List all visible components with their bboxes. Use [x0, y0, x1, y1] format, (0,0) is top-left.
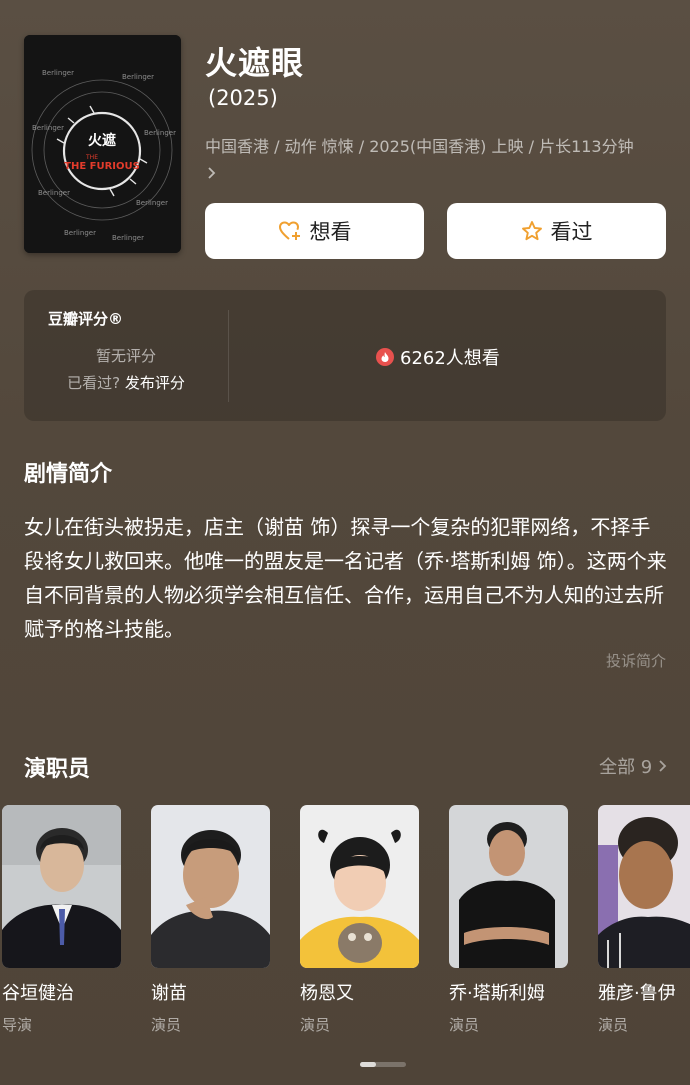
- cast-role: 演员: [449, 1016, 480, 1034]
- cast-name: 谢苗: [151, 983, 187, 1004]
- movie-year: (2025): [208, 86, 278, 110]
- cast-photo: [598, 805, 690, 968]
- movie-meta[interactable]: 中国香港 / 动作 惊悚 / 2025(中国香港) 上映 / 片长113分钟: [205, 133, 645, 189]
- svg-text:Berlinger: Berlinger: [42, 69, 74, 77]
- cast-card[interactable]: 乔·塔斯利姆 演员: [449, 805, 568, 1035]
- svg-text:Berlinger: Berlinger: [144, 129, 176, 137]
- svg-text:THE: THE: [85, 154, 98, 161]
- want-to-watch-button[interactable]: 想看: [205, 203, 424, 259]
- cast-name: 杨恩又: [300, 983, 354, 1004]
- fire-icon: [376, 348, 394, 366]
- svg-text:Berlinger: Berlinger: [122, 73, 154, 81]
- rating-card: 豆瓣评分® 暂无评分 已看过? 发布评分 6262人想看: [24, 290, 666, 421]
- want-to-watch-label: 想看: [309, 220, 352, 244]
- cast-role: 演员: [300, 1016, 331, 1034]
- cast-all-label: 全部 9: [599, 757, 653, 778]
- want-count: 6262人想看: [376, 344, 500, 370]
- rate-prompt: 已看过? 发布评分: [24, 372, 228, 393]
- want-count-text: 6262人想看: [400, 348, 500, 369]
- watched-label: 看过: [550, 220, 593, 244]
- seen-prompt-text: 已看过?: [67, 374, 121, 392]
- douban-rating-label: 豆瓣评分®: [48, 310, 124, 328]
- scroll-thumb: [360, 1062, 376, 1067]
- horizontal-scroll-indicator: [360, 1062, 406, 1067]
- cast-card[interactable]: 谷垣健治 导演: [2, 805, 121, 1035]
- cast-card[interactable]: 雅彦·鲁伊 演员: [598, 805, 690, 1035]
- poster-title: THE FURIOUS: [64, 161, 140, 172]
- movie-title: 火遮眼: [205, 44, 305, 82]
- cast-photo: [300, 805, 419, 968]
- star-icon: [521, 220, 543, 242]
- chevron-right-icon: [207, 161, 217, 189]
- svg-text:火遮: 火遮: [88, 132, 116, 149]
- movie-poster[interactable]: Berlinger Berlinger Berlinger Berlinger …: [24, 35, 181, 253]
- cast-card[interactable]: 杨恩又 演员: [300, 805, 419, 1035]
- svg-text:Berlinger: Berlinger: [112, 234, 144, 242]
- cast-name: 乔·塔斯利姆: [449, 983, 545, 1004]
- rating-summary: 豆瓣评分® 暂无评分 已看过? 发布评分: [24, 290, 228, 421]
- svg-text:Berlinger: Berlinger: [38, 189, 70, 197]
- cast-role: 演员: [598, 1016, 629, 1034]
- cast-all-link[interactable]: 全部 9: [599, 753, 668, 779]
- cast-role: 演员: [151, 1016, 182, 1034]
- cast-role: 导演: [2, 1016, 33, 1034]
- svg-text:Berlinger: Berlinger: [64, 229, 96, 237]
- svg-text:Berlinger: Berlinger: [32, 124, 64, 132]
- movie-detail-page: Berlinger Berlinger Berlinger Berlinger …: [0, 0, 690, 1085]
- watched-button[interactable]: 看过: [447, 203, 666, 259]
- cast-card[interactable]: 谢苗 演员: [151, 805, 270, 1035]
- cast-name: 谷垣健治: [2, 983, 74, 1004]
- cast-photo: [449, 805, 568, 968]
- cast-photo: [151, 805, 270, 968]
- cast-list[interactable]: 谷垣健治 导演 谢苗 演员 杨恩又 演员 乔·塔斯利姆 演员 雅彦·鲁伊 演员: [0, 805, 690, 1045]
- cast-name: 雅彦·鲁伊: [598, 983, 676, 1004]
- no-rating-text: 暂无评分: [95, 347, 156, 365]
- report-synopsis-link[interactable]: 投诉简介: [606, 650, 666, 671]
- post-rating-link[interactable]: 发布评分: [125, 374, 185, 392]
- synopsis-heading: 剧情简介: [24, 462, 113, 487]
- cast-photo: [2, 805, 121, 968]
- chevron-right-icon: [658, 757, 668, 778]
- movie-meta-text: 中国香港 / 动作 惊悚 / 2025(中国香港) 上映 / 片长113分钟: [205, 137, 634, 156]
- heart-plus-icon: [278, 220, 302, 242]
- svg-text:Berlinger: Berlinger: [136, 199, 168, 207]
- cast-heading: 演职员: [24, 757, 91, 782]
- synopsis-text: 女儿在街头被拐走，店主（谢苗 饰）探寻一个复杂的犯罪网络，不择手段将女儿救回来。…: [24, 515, 667, 641]
- divider: [228, 310, 229, 402]
